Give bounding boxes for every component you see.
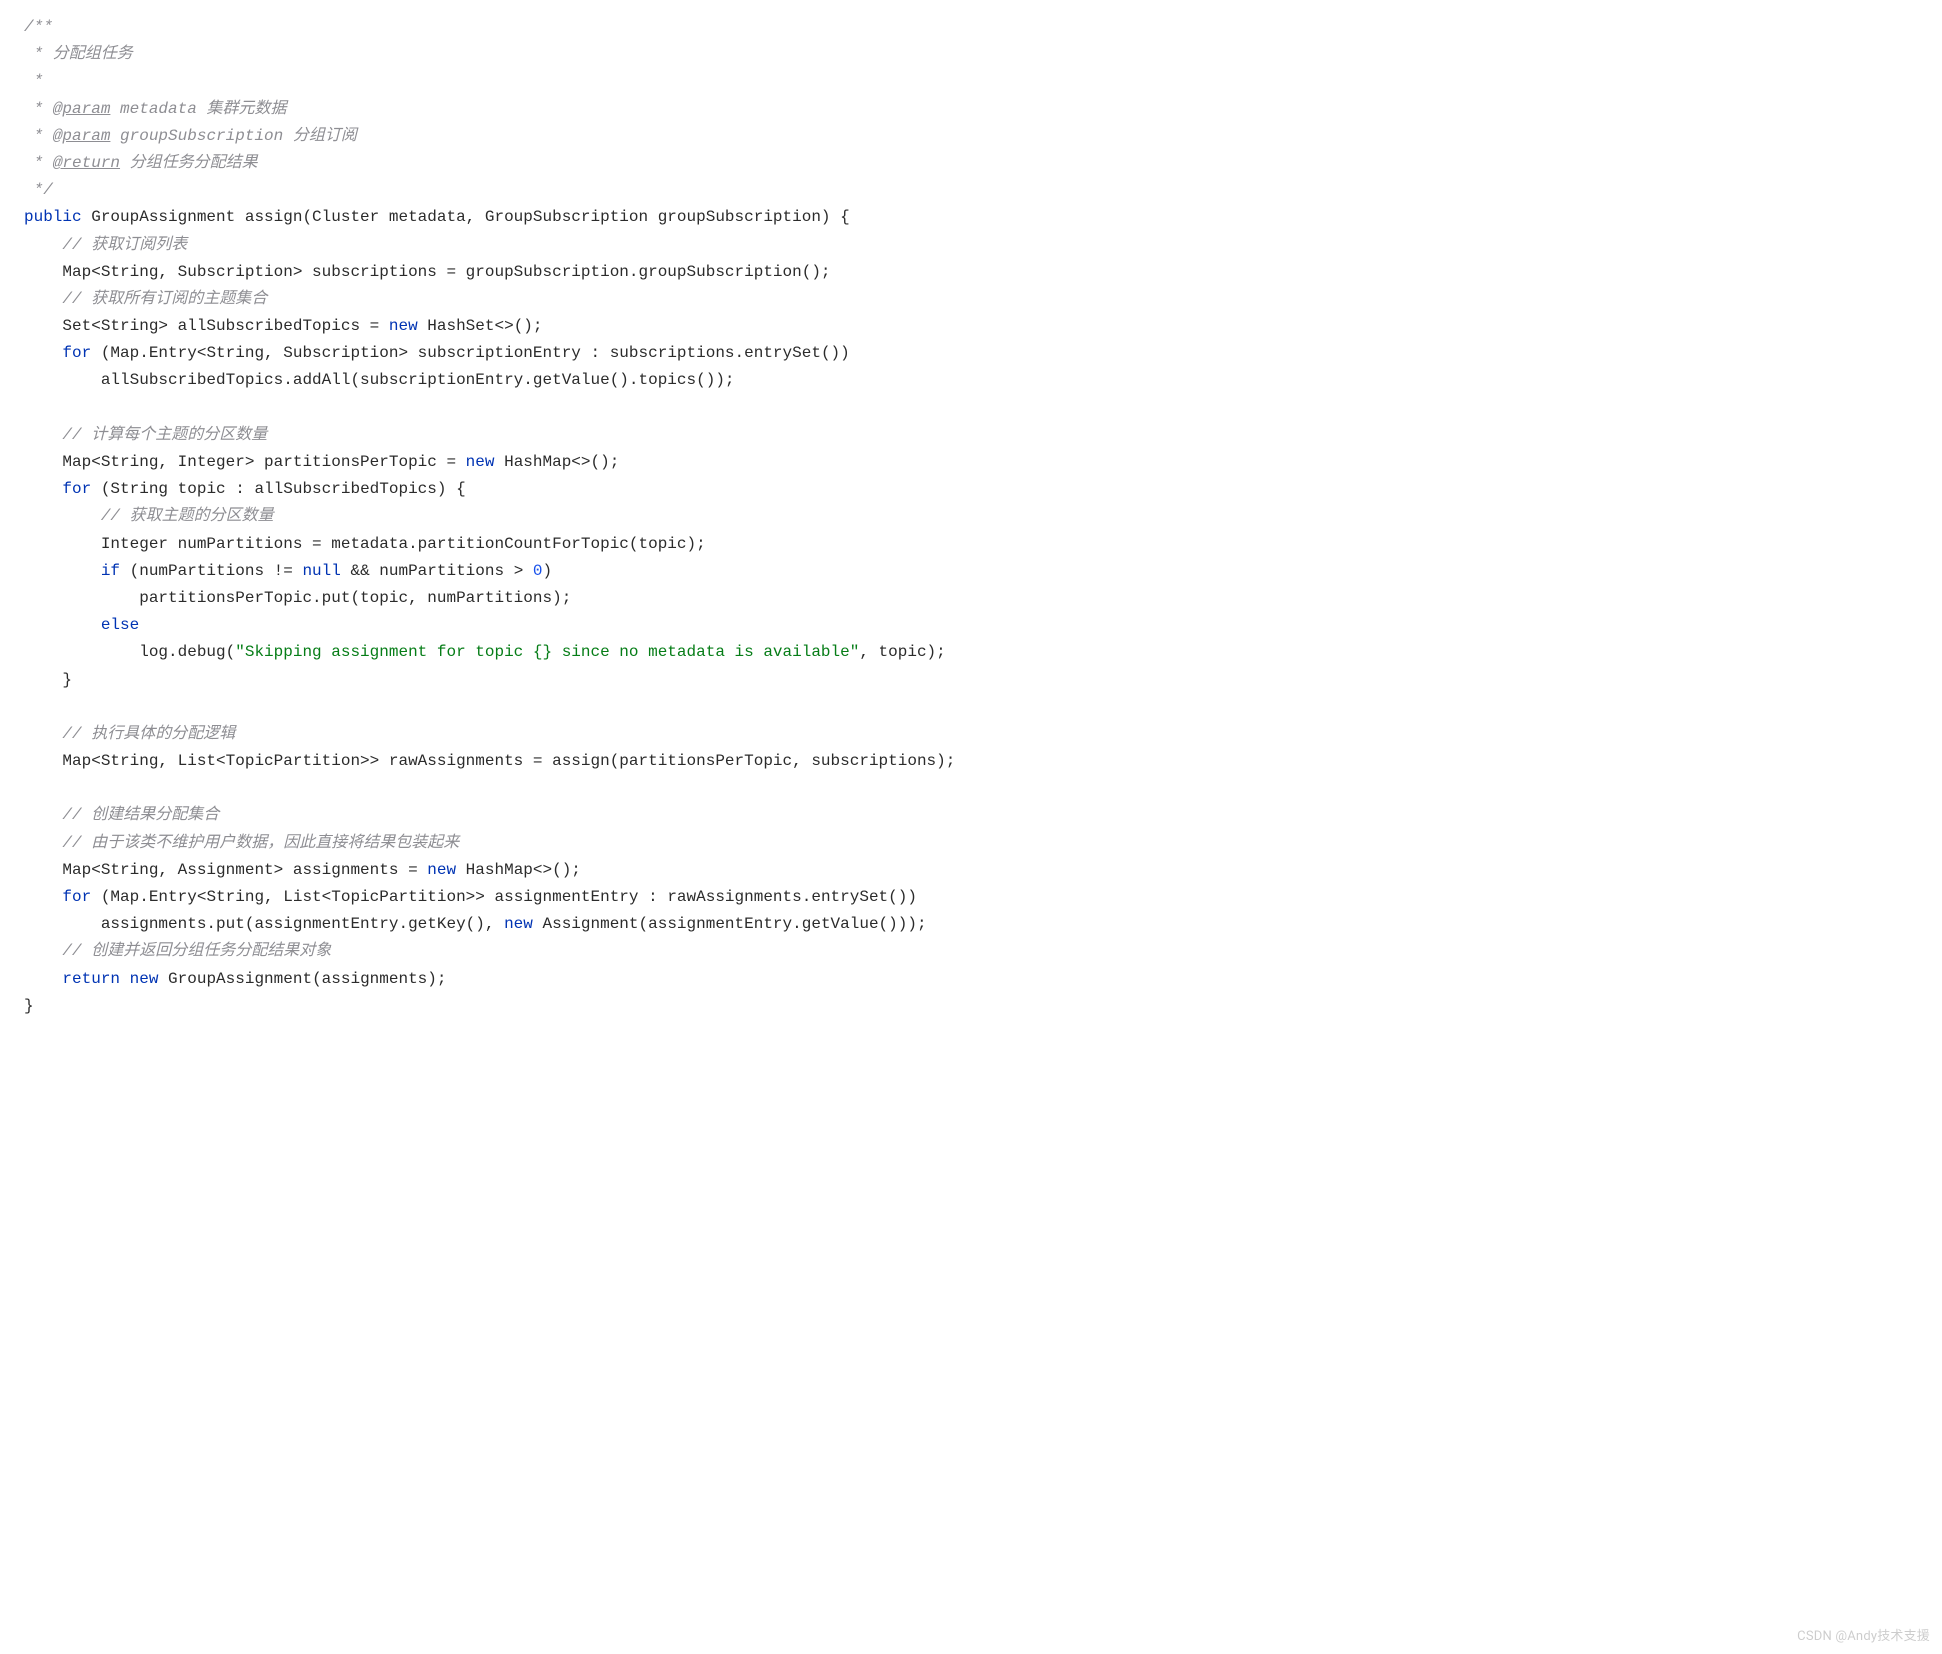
code-line: // 获取所有订阅的主题集合: [24, 290, 267, 308]
code-line: // 由于该类不维护用户数据，因此直接将结果包装起来: [24, 834, 459, 852]
code-line: Map<String, Subscription> subscriptions …: [24, 263, 831, 281]
code-line: Map<String, List<TopicPartition>> rawAss…: [24, 752, 955, 770]
method-signature: public GroupAssignment assign(Cluster me…: [24, 208, 850, 226]
code-line: }: [24, 997, 34, 1015]
code-line: Map<String, Integer> partitionsPerTopic …: [24, 453, 619, 471]
code-content: /** * 分配组任务 * * @param metadata 集群元数据 * …: [24, 14, 1936, 1020]
code-line: for (Map.Entry<String, Subscription> sub…: [24, 344, 850, 362]
code-line: log.debug("Skipping assignment for topic…: [24, 643, 946, 661]
code-line: for (String topic : allSubscribedTopics)…: [24, 480, 466, 498]
code-line: for (Map.Entry<String, List<TopicPartiti…: [24, 888, 917, 906]
code-line: // 获取主题的分区数量: [24, 507, 274, 525]
code-line: // 执行具体的分配逻辑: [24, 725, 235, 743]
code-line: assignments.put(assignmentEntry.getKey()…: [24, 915, 927, 933]
javadoc-line: *: [24, 72, 43, 90]
code-line: Map<String, Assignment> assignments = ne…: [24, 861, 581, 879]
code-line: if (numPartitions != null && numPartitio…: [24, 562, 552, 580]
javadoc-line: * @return 分组任务分配结果: [24, 154, 258, 172]
javadoc-open: /**: [24, 18, 53, 36]
code-line: }: [24, 671, 72, 689]
code-line: return new GroupAssignment(assignments);: [24, 970, 446, 988]
code-line: // 创建结果分配集合: [24, 806, 219, 824]
code-block: /** * 分配组任务 * * @param metadata 集群元数据 * …: [0, 0, 1942, 1034]
code-line: Set<String> allSubscribedTopics = new Ha…: [24, 317, 543, 335]
watermark: CSDN @Andy技术支援: [1797, 1626, 1930, 1648]
code-line: // 创建并返回分组任务分配结果对象: [24, 942, 331, 960]
code-line: Integer numPartitions = metadata.partiti…: [24, 535, 706, 553]
javadoc-line: * @param groupSubscription 分组订阅: [24, 127, 357, 145]
code-line: // 获取订阅列表: [24, 236, 187, 254]
code-line: else: [24, 616, 139, 634]
javadoc-close: */: [24, 181, 53, 199]
javadoc-line: * 分配组任务: [24, 45, 133, 63]
code-line: partitionsPerTopic.put(topic, numPartiti…: [24, 589, 571, 607]
code-line: // 计算每个主题的分区数量: [24, 426, 267, 444]
code-line: allSubscribedTopics.addAll(subscriptionE…: [24, 371, 735, 389]
javadoc-line: * @param metadata 集群元数据: [24, 100, 286, 118]
